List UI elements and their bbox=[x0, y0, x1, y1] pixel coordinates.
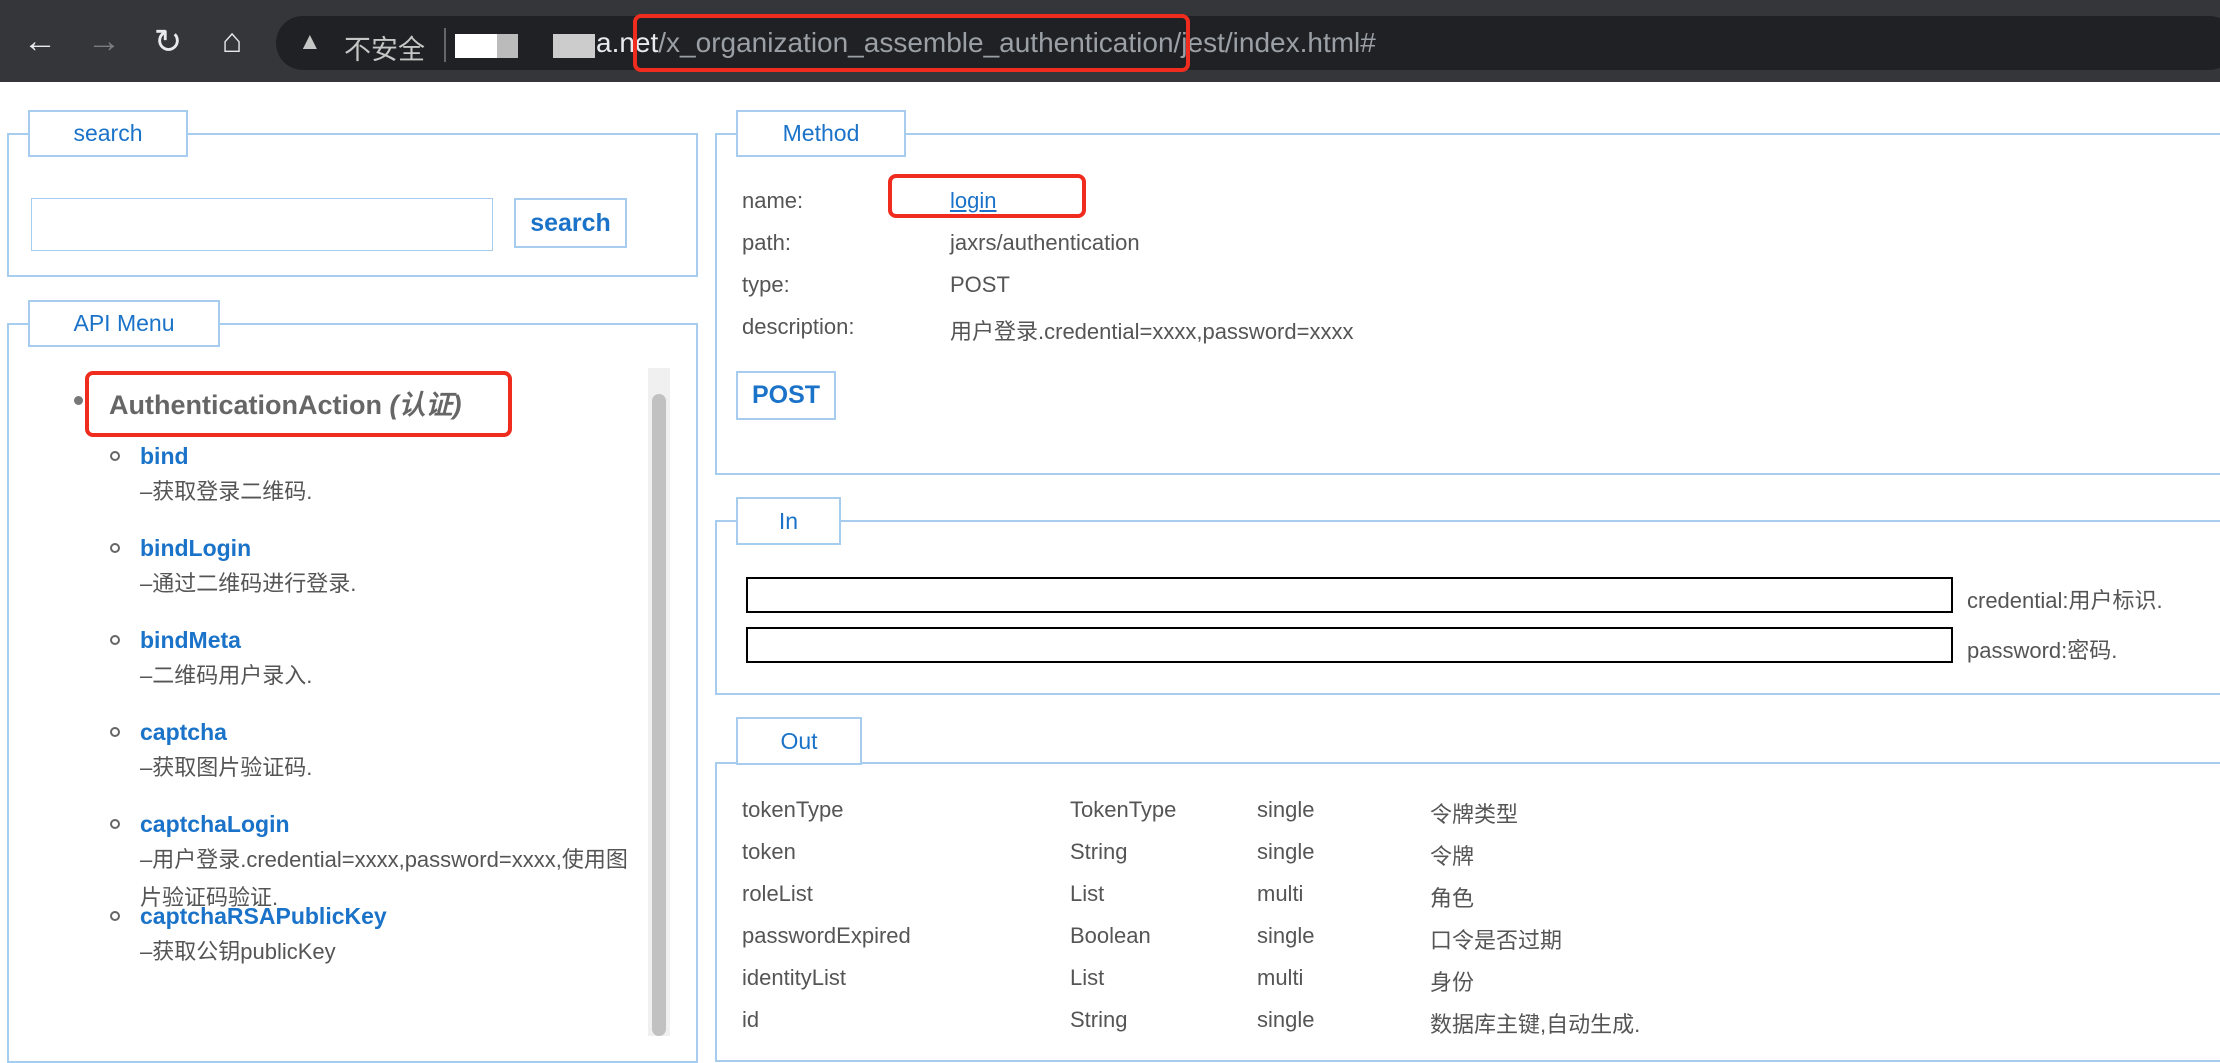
reload-button[interactable]: ↻ bbox=[148, 22, 188, 62]
credential-label: credential:用户标识. bbox=[1967, 588, 2163, 613]
api-item-description: –二维码用户录入. bbox=[140, 663, 313, 688]
out-field-cardinality: multi bbox=[1257, 881, 1304, 906]
bullet-icon bbox=[110, 543, 120, 553]
search-legend: search bbox=[28, 110, 188, 157]
post-button[interactable]: POST bbox=[736, 371, 836, 420]
bullet-icon bbox=[110, 451, 120, 461]
out-field-description: 角色 bbox=[1430, 886, 1475, 911]
api-item-description: –获取公钥publicKey bbox=[140, 939, 336, 964]
bullet-icon bbox=[74, 396, 83, 405]
warning-icon[interactable]: ▲ bbox=[298, 28, 322, 56]
api-item-link[interactable]: captchaLogin bbox=[140, 807, 640, 841]
out-field-cardinality: single bbox=[1257, 1007, 1315, 1032]
api-item-description: –通过二维码进行登录. bbox=[140, 571, 357, 596]
out-field-type: List bbox=[1070, 965, 1105, 990]
home-button[interactable]: ⌂ bbox=[212, 22, 252, 61]
api-item-description: –获取登录二维码. bbox=[140, 479, 313, 504]
out-field-name: id bbox=[742, 1007, 760, 1032]
api-item-link[interactable]: bind bbox=[140, 439, 640, 473]
divider bbox=[444, 28, 446, 62]
annotation-highlight bbox=[85, 371, 512, 437]
browser-toolbar: ← → ↻ ⌂ ▲ 不安全 a.net/x_organization_assem… bbox=[0, 0, 2220, 82]
password-label: password:密码. bbox=[1967, 638, 2118, 663]
in-legend: In bbox=[736, 497, 841, 545]
api-menu-item: bindLogin –通过二维码进行登录. bbox=[110, 531, 640, 603]
out-field-type: List bbox=[1070, 881, 1105, 906]
path-label: path: bbox=[742, 230, 791, 255]
search-input[interactable] bbox=[31, 198, 493, 251]
out-field-name: passwordExpired bbox=[742, 923, 911, 948]
password-input[interactable] bbox=[746, 627, 1953, 663]
out-field-type: Boolean bbox=[1070, 923, 1151, 948]
api-item-link[interactable]: bindMeta bbox=[140, 623, 640, 657]
api-item-link[interactable]: captcha bbox=[140, 715, 640, 749]
redacted-host bbox=[455, 34, 595, 58]
out-field-name: roleList bbox=[742, 881, 813, 906]
out-field-name: tokenType bbox=[742, 797, 844, 822]
search-button[interactable]: search bbox=[514, 198, 627, 248]
bullet-icon bbox=[110, 727, 120, 737]
api-menu-item: captcha –获取图片验证码. bbox=[110, 715, 640, 787]
out-field-description: 令牌 bbox=[1430, 844, 1475, 869]
type-label: type: bbox=[742, 272, 790, 297]
api-menu-item: bind –获取登录二维码. bbox=[110, 439, 640, 511]
out-field-description: 身份 bbox=[1430, 970, 1475, 995]
api-item-link[interactable]: bindLogin bbox=[140, 531, 640, 565]
method-legend: Method bbox=[736, 110, 906, 157]
api-menu-item: captchaRSAPublicKey –获取公钥publicKey bbox=[110, 899, 640, 971]
api-item-link[interactable]: captchaRSAPublicKey bbox=[140, 899, 640, 933]
out-field-name: token bbox=[742, 839, 796, 864]
description-label: description: bbox=[742, 314, 855, 339]
api-menu-legend: API Menu bbox=[28, 300, 220, 347]
annotation-highlight bbox=[888, 174, 1086, 218]
credential-input[interactable] bbox=[746, 577, 1953, 613]
api-item-description: –获取图片验证码. bbox=[140, 755, 313, 780]
description-value: 用户登录.credential=xxxx,password=xxxx bbox=[950, 319, 1354, 344]
out-field-description: 口令是否过期 bbox=[1430, 928, 1563, 953]
bullet-icon bbox=[110, 911, 120, 921]
security-label[interactable]: 不安全 bbox=[344, 28, 425, 67]
out-field-description: 令牌类型 bbox=[1430, 802, 1519, 827]
out-field-cardinality: single bbox=[1257, 797, 1315, 822]
api-menu-item: bindMeta –二维码用户录入. bbox=[110, 623, 640, 695]
out-field-type: String bbox=[1070, 839, 1128, 864]
out-field-description: 数据库主键,自动生成. bbox=[1430, 1012, 1641, 1037]
forward-button[interactable]: → bbox=[84, 22, 124, 61]
annotation-highlight bbox=[633, 14, 1190, 72]
name-label: name: bbox=[742, 188, 804, 213]
out-field-type: TokenType bbox=[1070, 797, 1177, 822]
out-field-cardinality: single bbox=[1257, 923, 1315, 948]
bullet-icon bbox=[110, 635, 120, 645]
back-button[interactable]: ← bbox=[20, 22, 60, 61]
out-field-name: identityList bbox=[742, 965, 846, 990]
type-value: POST bbox=[950, 272, 1010, 297]
out-field-type: String bbox=[1070, 1007, 1128, 1032]
out-legend: Out bbox=[736, 717, 862, 765]
out-field-cardinality: single bbox=[1257, 839, 1315, 864]
path-value: jaxrs/authentication bbox=[950, 230, 1140, 255]
bullet-icon bbox=[110, 819, 120, 829]
scrollbar-thumb[interactable] bbox=[652, 394, 666, 1036]
url-rest: /jest/index.html# bbox=[1173, 27, 1376, 58]
out-field-cardinality: multi bbox=[1257, 965, 1304, 990]
